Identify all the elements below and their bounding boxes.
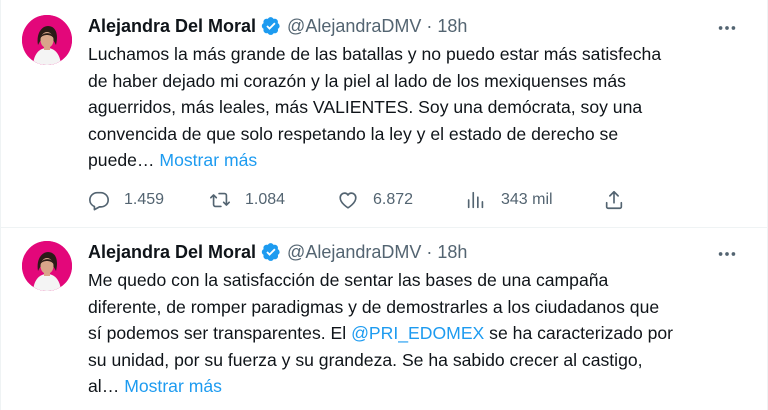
tweet-text: Me quedo con la satisfacción de sentar l…: [88, 267, 748, 400]
timestamp[interactable]: 18h: [437, 16, 467, 37]
show-more-link[interactable]: Mostrar más: [124, 376, 222, 396]
author-handle[interactable]: @AlejandraDMV: [287, 242, 421, 263]
reply-count: 1.459: [124, 191, 165, 208]
avatar[interactable]: [22, 15, 72, 65]
tweet-header: Alejandra Del Moral @AlejandraDMV · 18h: [88, 14, 467, 38]
mention-link[interactable]: @PRI_EDOMEX: [351, 323, 484, 343]
like-count: 6.872: [373, 191, 414, 208]
tweet[interactable]: Alejandra Del Moral @AlejandraDMV · 18h …: [0, 0, 768, 228]
tweet-header: Alejandra Del Moral @AlejandraDMV · 18h: [88, 240, 467, 264]
avatar-portrait-icon: [22, 241, 72, 291]
separator-dot: ·: [426, 15, 433, 36]
like-button[interactable]: 6.872: [337, 186, 413, 214]
author-name[interactable]: Alejandra Del Moral: [88, 16, 256, 37]
views-count: 343 mil: [501, 191, 553, 208]
retweet-button[interactable]: 1.084: [209, 186, 285, 214]
reply-icon: [89, 191, 109, 211]
views-icon: [467, 191, 484, 209]
verified-badge-icon: [261, 17, 280, 35]
views-button[interactable]: 343 mil: [465, 186, 553, 214]
verified-badge-icon: [261, 243, 280, 261]
more-options-icon[interactable]: [716, 243, 738, 265]
separator-dot: ·: [426, 241, 433, 262]
timestamp[interactable]: 18h: [437, 242, 467, 263]
tweet-actions: 1.459 1.084 6.872 343 mil: [88, 186, 648, 214]
share-icon: [605, 190, 623, 210]
author-handle[interactable]: @AlejandraDMV: [287, 16, 421, 37]
tweet-feed: Alejandra Del Moral @AlejandraDMV · 18h …: [0, 0, 768, 410]
avatar-portrait-icon: [22, 15, 72, 65]
retweet-count: 1.084: [245, 191, 286, 208]
share-button[interactable]: [603, 186, 639, 214]
tweet[interactable]: Alejandra Del Moral @AlejandraDMV · 18h …: [0, 228, 768, 410]
author-name[interactable]: Alejandra Del Moral: [88, 242, 256, 263]
tweet-text: Luchamos la más grande de las batallas y…: [88, 41, 748, 174]
like-icon: [339, 192, 357, 209]
reply-button[interactable]: 1.459: [88, 186, 164, 214]
avatar[interactable]: [22, 241, 72, 291]
show-more-link[interactable]: Mostrar más: [159, 150, 257, 170]
retweet-icon: [210, 192, 230, 208]
more-options-icon[interactable]: [716, 17, 738, 39]
